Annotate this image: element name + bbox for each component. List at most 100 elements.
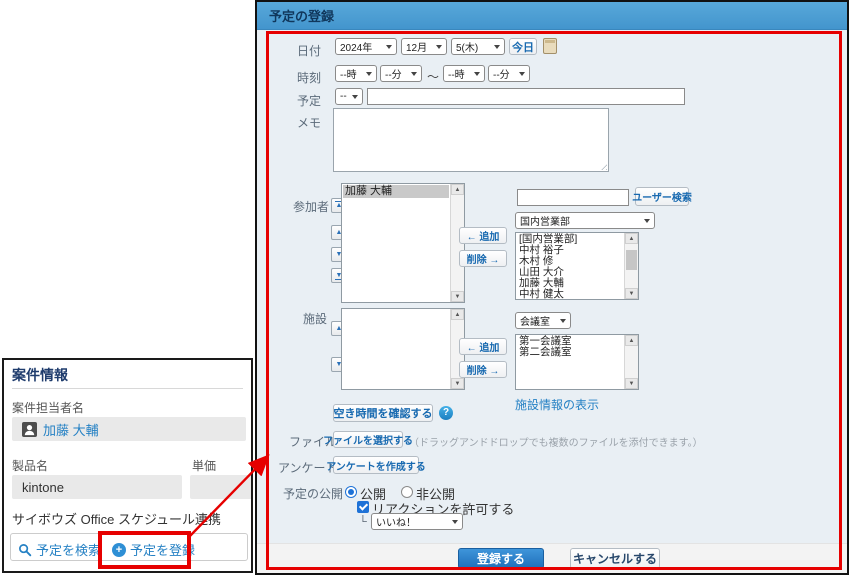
facility-candidates-listbox[interactable]: 第一会議室第二会議室 ▲ ▼ [515, 334, 639, 390]
memo-textarea[interactable] [333, 108, 609, 172]
cancel-button[interactable]: キャンセルする [570, 548, 660, 569]
search-schedule-label: 予定を検索 [36, 540, 101, 559]
start-hour-value: --時 [340, 66, 357, 81]
user-candidates-items: [国内営業部]中村 裕子木村 修山田 大介加藤 大輔中村 健太 [516, 233, 624, 299]
remove-facility-button[interactable]: 削除 → [459, 361, 507, 378]
month-select[interactable]: 12月 [401, 38, 447, 55]
user-search-input[interactable] [517, 189, 629, 206]
facility-candidates-items: 第一会議室第二会議室 [516, 335, 624, 389]
time-separator: ～ [427, 68, 439, 85]
chevron-down-icon [352, 95, 358, 102]
scrollbar[interactable]: ▲ ▼ [624, 233, 638, 299]
user-search-button[interactable]: ユーザー検索 [635, 187, 689, 206]
search-icon [18, 543, 32, 557]
owner-field: 加藤 大輔 [12, 417, 246, 441]
select-file-button[interactable]: ファイルを選択する [333, 431, 403, 448]
chevron-down-icon [452, 520, 458, 527]
user-icon [22, 422, 37, 437]
participants-listbox[interactable]: 加藤 大輔 ▲ ▼ [341, 183, 465, 303]
schedule-menu-value: -- [340, 91, 347, 102]
chevron-down-icon [519, 72, 525, 79]
dialog-footer [257, 543, 847, 573]
add-participant-button[interactable]: ← 追加 [459, 227, 507, 244]
reaction-type-select[interactable]: いいね！ [371, 513, 463, 530]
schedule-title-input[interactable] [367, 88, 685, 105]
group-select[interactable]: 国内営業部 [515, 212, 655, 229]
scroll-down-icon[interactable]: ▼ [625, 378, 638, 389]
submit-button[interactable]: 登録する [458, 548, 544, 569]
register-schedule-label: 予定を登録 [130, 540, 195, 559]
chevron-down-icon [474, 72, 480, 79]
calendar-icon[interactable] [543, 38, 557, 54]
start-min-select[interactable]: --分 [380, 65, 422, 82]
owner-value-link[interactable]: 加藤 大輔 [43, 420, 99, 439]
scrollbar-track[interactable] [625, 346, 638, 378]
facilities-label: 施設 [303, 310, 327, 327]
create-survey-button[interactable]: アンケートを作成する [333, 456, 419, 474]
today-button[interactable]: 今日 [509, 38, 537, 55]
help-icon[interactable]: ? [439, 406, 453, 420]
schedule-registration-dialog: 予定の登録 日付 2024年 12月 5(木) 今日 時刻 --時 --分 ～ … [255, 0, 849, 575]
day-value: 5(木) [456, 39, 478, 54]
tree-branch-glyph: └ [359, 516, 367, 528]
participants-label: 参加者 [293, 198, 329, 215]
dialog-header: 予定の登録 [257, 2, 847, 30]
scrollbar[interactable]: ▲ ▼ [624, 335, 638, 389]
add-facility-button[interactable]: ← 追加 [459, 338, 507, 355]
scrollbar-thumb[interactable] [626, 250, 637, 270]
panel-title: 案件情報 [12, 365, 68, 385]
scroll-down-icon[interactable]: ▼ [625, 288, 638, 299]
scrollbar-track[interactable] [625, 244, 638, 288]
start-hour-select[interactable]: --時 [335, 65, 377, 82]
list-item[interactable]: 中村 健太 [517, 289, 623, 299]
chevron-down-icon [644, 219, 650, 226]
scroll-up-icon[interactable]: ▲ [451, 309, 464, 320]
file-note: （ドラッグアンドドロップでも複数のファイルを添付できます。） [409, 434, 703, 449]
price-label: 単価 [192, 457, 216, 474]
user-candidates-listbox[interactable]: [国内営業部]中村 裕子木村 修山田 大介加藤 大輔中村 健太 ▲ ▼ [515, 232, 639, 300]
chevron-down-icon [411, 72, 417, 79]
product-label: 製品名 [12, 457, 48, 474]
scroll-up-icon[interactable]: ▲ [625, 233, 638, 244]
start-min-value: --分 [385, 66, 402, 81]
end-hour-value: --時 [448, 66, 465, 81]
schedule-menu-select[interactable]: -- [335, 88, 363, 105]
check-free-time-button[interactable]: 空き時間を確認する [333, 404, 433, 422]
owner-label: 案件担当者名 [12, 399, 84, 416]
search-schedule-link[interactable]: 予定を検索 [18, 540, 101, 559]
scroll-up-icon[interactable]: ▲ [625, 335, 638, 346]
facility-info-link[interactable]: 施設情報の表示 [515, 396, 599, 413]
scroll-down-icon[interactable]: ▼ [451, 291, 464, 302]
end-min-select[interactable]: --分 [488, 65, 530, 82]
scroll-up-icon[interactable]: ▲ [451, 184, 464, 195]
year-select[interactable]: 2024年 [335, 38, 397, 55]
year-value: 2024年 [340, 39, 372, 54]
chevron-down-icon [494, 45, 500, 52]
public-radio[interactable] [345, 486, 357, 498]
facility-group-select[interactable]: 会議室 [515, 312, 571, 329]
date-label: 日付 [297, 42, 321, 59]
schedule-label: 予定 [297, 92, 321, 109]
private-radio[interactable] [401, 486, 413, 498]
end-hour-select[interactable]: --時 [443, 65, 485, 82]
visibility-label: 予定の公開 [283, 485, 343, 502]
chevron-down-icon [560, 319, 566, 326]
divider [12, 388, 243, 389]
page: 案件情報 案件担当者名 加藤 大輔 製品名 単価 kintone サイボウズ O… [0, 0, 850, 575]
chevron-down-icon [366, 72, 372, 79]
list-item[interactable]: 加藤 大輔 [343, 185, 449, 198]
group-value: 国内営業部 [520, 213, 570, 228]
end-min-value: --分 [493, 66, 510, 81]
register-schedule-link[interactable]: + 予定を登録 [112, 540, 195, 559]
scroll-down-icon[interactable]: ▼ [451, 378, 464, 389]
day-select[interactable]: 5(木) [451, 38, 505, 55]
case-info-panel: 案件情報 案件担当者名 加藤 大輔 製品名 単価 kintone サイボウズ O… [2, 358, 253, 573]
facilities-listbox[interactable]: ▲ ▼ [341, 308, 465, 390]
price-field [190, 475, 253, 499]
month-value: 12月 [406, 39, 427, 54]
remove-participant-button[interactable]: 削除 → [459, 250, 507, 267]
list-item[interactable]: 第二会議室 [517, 347, 623, 358]
reaction-type-value: いいね！ [376, 514, 416, 529]
participants-items: 加藤 大輔 [342, 184, 450, 302]
allow-reaction-checkbox[interactable] [357, 501, 369, 513]
